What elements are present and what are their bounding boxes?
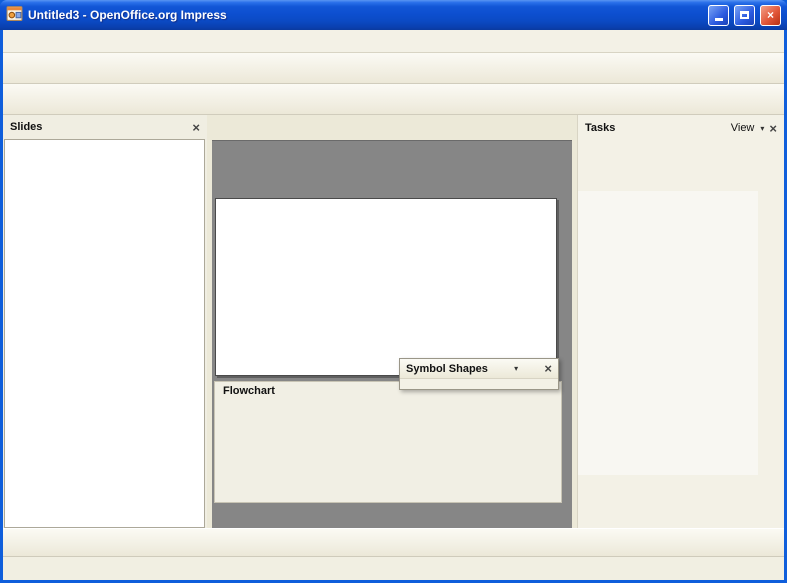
slide-canvas[interactable]: [215, 198, 557, 376]
flowchart-toolbar: Flowchart: [214, 381, 562, 503]
title-bar: Untitled3 - OpenOffice.org Impress ×: [0, 0, 787, 30]
palette-menu-icon[interactable]: ▾: [514, 364, 518, 373]
flowchart-shape-grid: [215, 398, 561, 400]
impress-app-icon: [6, 5, 23, 25]
layouts-grid: [578, 191, 758, 475]
slide-list: [4, 139, 205, 528]
symbol-shapes-title: Symbol Shapes: [406, 363, 488, 375]
slides-panel-close-icon[interactable]: ×: [192, 121, 200, 134]
tasks-panel: Tasks View ▾ ×: [577, 115, 784, 528]
close-button[interactable]: ×: [760, 5, 781, 26]
application-window: Untitled3 - OpenOffice.org Impress × Sli…: [0, 0, 787, 583]
symbol-shapes-title-bar[interactable]: Symbol Shapes ▾ ×: [400, 359, 558, 379]
window-content: Slides × Flowchart: [3, 30, 784, 580]
tasks-view-label: View: [731, 122, 755, 134]
tasks-view-menu[interactable]: View ▾ ×: [731, 122, 777, 135]
tasks-panel-title: Tasks: [585, 122, 615, 134]
slides-panel-header: Slides ×: [3, 115, 207, 139]
maximize-button[interactable]: [734, 5, 755, 26]
symbol-shapes-palette: Symbol Shapes ▾ ×: [399, 358, 559, 390]
chevron-down-icon: ▾: [760, 124, 764, 133]
slides-panel-title: Slides: [10, 121, 42, 133]
main-area: Slides × Flowchart: [3, 115, 784, 528]
tasks-panel-close-icon[interactable]: ×: [769, 122, 777, 135]
tasks-panel-header: Tasks View ▾ ×: [578, 115, 784, 141]
slides-panel: Slides ×: [3, 115, 207, 528]
workspace-area: Flowchart: [212, 115, 577, 528]
minimize-button[interactable]: [708, 5, 729, 26]
status-bar: [3, 557, 784, 580]
menu-bar: [3, 30, 784, 53]
view-tabs: [212, 115, 577, 140]
workspace: Flowchart: [212, 140, 577, 528]
drawing-toolbar: [3, 528, 784, 557]
line-and-filling-toolbar: [3, 84, 784, 115]
window-title: Untitled3 - OpenOffice.org Impress: [28, 8, 703, 22]
minimize-icon: [715, 18, 723, 21]
symbol-shape-grid: [400, 379, 558, 389]
maximize-icon: [740, 11, 749, 19]
standard-toolbar: [3, 53, 784, 84]
palette-close-icon[interactable]: ×: [544, 362, 552, 375]
